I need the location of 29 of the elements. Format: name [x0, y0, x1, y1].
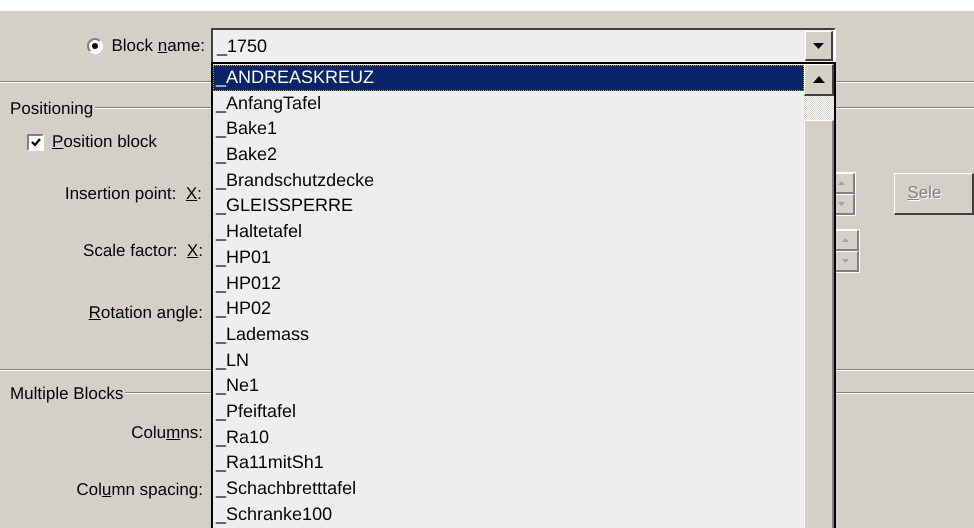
list-item[interactable]: _HP01 — [213, 244, 804, 270]
field-label: Columns: — [130, 422, 204, 444]
list-item[interactable]: _LN — [213, 348, 804, 374]
list-item[interactable]: _AnfangTafel — [213, 90, 804, 116]
group-title: Positioning — [9, 99, 94, 119]
list-item[interactable]: _Brandschutzdecke — [213, 168, 804, 194]
list-item[interactable]: _Pfeiftafel — [213, 398, 804, 425]
list-item[interactable]: _Ne1 — [213, 373, 804, 399]
field-label: Insertion point: X: — [64, 182, 203, 205]
list-item[interactable]: _Schranke100 — [213, 502, 804, 528]
field-label: Scale factor: X: — [82, 240, 204, 262]
list-item[interactable]: _Haltetafel — [213, 219, 804, 245]
block-name-label: Block name: — [111, 35, 205, 58]
list-item[interactable]: _Schachbretttafel — [213, 476, 804, 502]
list-item[interactable]: _Lademass — [213, 322, 804, 348]
list-item[interactable]: _GLEISSPERRE — [213, 193, 804, 220]
field-label: Rotation angle: — [88, 302, 204, 324]
list-item[interactable]: _Ra11mitSh1 — [213, 450, 804, 476]
combobox-value: _1750 — [216, 34, 268, 58]
field-label: Column spacing: — [75, 478, 204, 501]
list-item[interactable]: _ANDREASKREUZ — [213, 65, 804, 91]
list-item[interactable]: _Bake2 — [213, 142, 804, 168]
block-name-combobox[interactable]: _1750 — [211, 28, 836, 64]
list-item[interactable]: _HP012 — [213, 270, 804, 296]
list-item[interactable]: _HP02 — [213, 296, 804, 322]
group-title: Multiple Blocks — [9, 384, 124, 404]
list-item[interactable]: _Ra10 — [213, 424, 804, 450]
checkbox-label: Position block — [52, 131, 157, 154]
list-item[interactable]: _Bake1 — [213, 116, 804, 142]
